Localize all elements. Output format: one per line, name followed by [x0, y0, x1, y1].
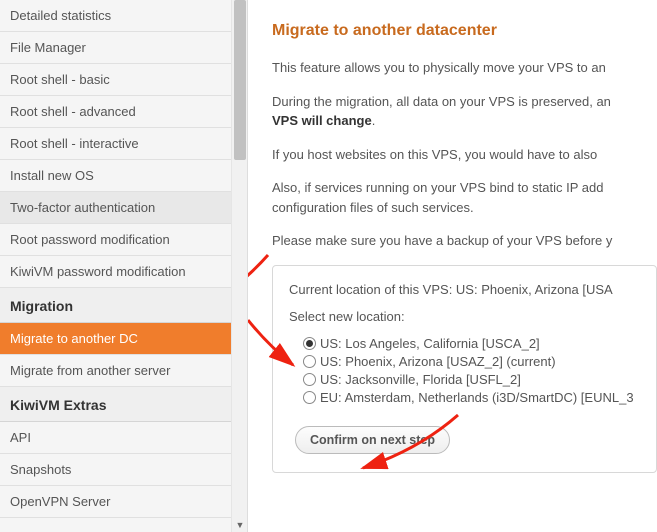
location-option-label: US: Los Angeles, California [USCA_2] [320, 336, 540, 351]
sidebar-item[interactable]: Install new OS [0, 160, 247, 192]
preserve-text: During the migration, all data on your V… [272, 92, 657, 131]
page-title: Migrate to another datacenter [272, 22, 657, 40]
sidebar-item[interactable]: Snapshots [0, 454, 247, 486]
sidebar-header-extras: KiwiVM Extras [0, 387, 247, 422]
sidebar-item[interactable]: KiwiVM password modification [0, 256, 247, 288]
radio-icon[interactable] [303, 355, 316, 368]
sidebar-item[interactable]: Migrate from another server [0, 355, 247, 387]
sidebar-item[interactable]: Root shell - interactive [0, 128, 247, 160]
location-option[interactable]: US: Phoenix, Arizona [USAZ_2] (current) [303, 354, 640, 369]
location-option-label: EU: Amsterdam, Netherlands (i3D/SmartDC)… [320, 390, 634, 405]
sidebar-item[interactable]: Root shell - advanced [0, 96, 247, 128]
sidebar-item[interactable]: Detailed statistics [0, 0, 247, 32]
location-option-label: US: Phoenix, Arizona [USAZ_2] (current) [320, 354, 556, 369]
scrollbar-thumb[interactable] [234, 0, 246, 160]
host-text: If you host websites on this VPS, you wo… [272, 145, 657, 165]
vps-change-text: VPS will change [272, 113, 372, 128]
intro-text: This feature allows you to physically mo… [272, 58, 657, 78]
select-label: Select new location: [289, 309, 640, 324]
radio-icon[interactable] [303, 391, 316, 404]
sidebar-item[interactable]: File Manager [0, 32, 247, 64]
sidebar-item[interactable]: Two-factor authentication [0, 192, 247, 224]
location-option[interactable]: US: Jacksonville, Florida [USFL_2] [303, 372, 640, 387]
sidebar-item[interactable]: Root password modification [0, 224, 247, 256]
sidebar-item[interactable]: Migrate to another DC [0, 323, 247, 355]
sidebar-item[interactable]: Root shell - basic [0, 64, 247, 96]
confirm-button[interactable]: Confirm on next step [295, 426, 450, 454]
radio-icon[interactable] [303, 373, 316, 386]
sidebar-header-migration: Migration [0, 288, 247, 323]
preserve-text-a: During the migration, all data on your V… [272, 94, 611, 109]
location-option[interactable]: US: Los Angeles, California [USCA_2] [303, 336, 640, 351]
sidebar-scrollbar[interactable]: ▲ ▼ [231, 0, 247, 532]
backup-text: Please make sure you have a backup of yo… [272, 231, 657, 251]
scroll-down-icon[interactable]: ▼ [232, 518, 248, 532]
services-text: Also, if services running on your VPS bi… [272, 178, 657, 217]
location-option[interactable]: EU: Amsterdam, Netherlands (i3D/SmartDC)… [303, 390, 640, 405]
current-location: Current location of this VPS: US: Phoeni… [289, 282, 640, 297]
radio-icon[interactable] [303, 337, 316, 350]
sidebar-item[interactable]: API [0, 422, 247, 454]
sidebar: Detailed statisticsFile ManagerRoot shel… [0, 0, 248, 532]
location-box: Current location of this VPS: US: Phoeni… [272, 265, 657, 473]
location-option-label: US: Jacksonville, Florida [USFL_2] [320, 372, 521, 387]
sidebar-item[interactable]: OpenVPN Server [0, 486, 247, 518]
main-content: Migrate to another datacenter This featu… [248, 0, 657, 532]
